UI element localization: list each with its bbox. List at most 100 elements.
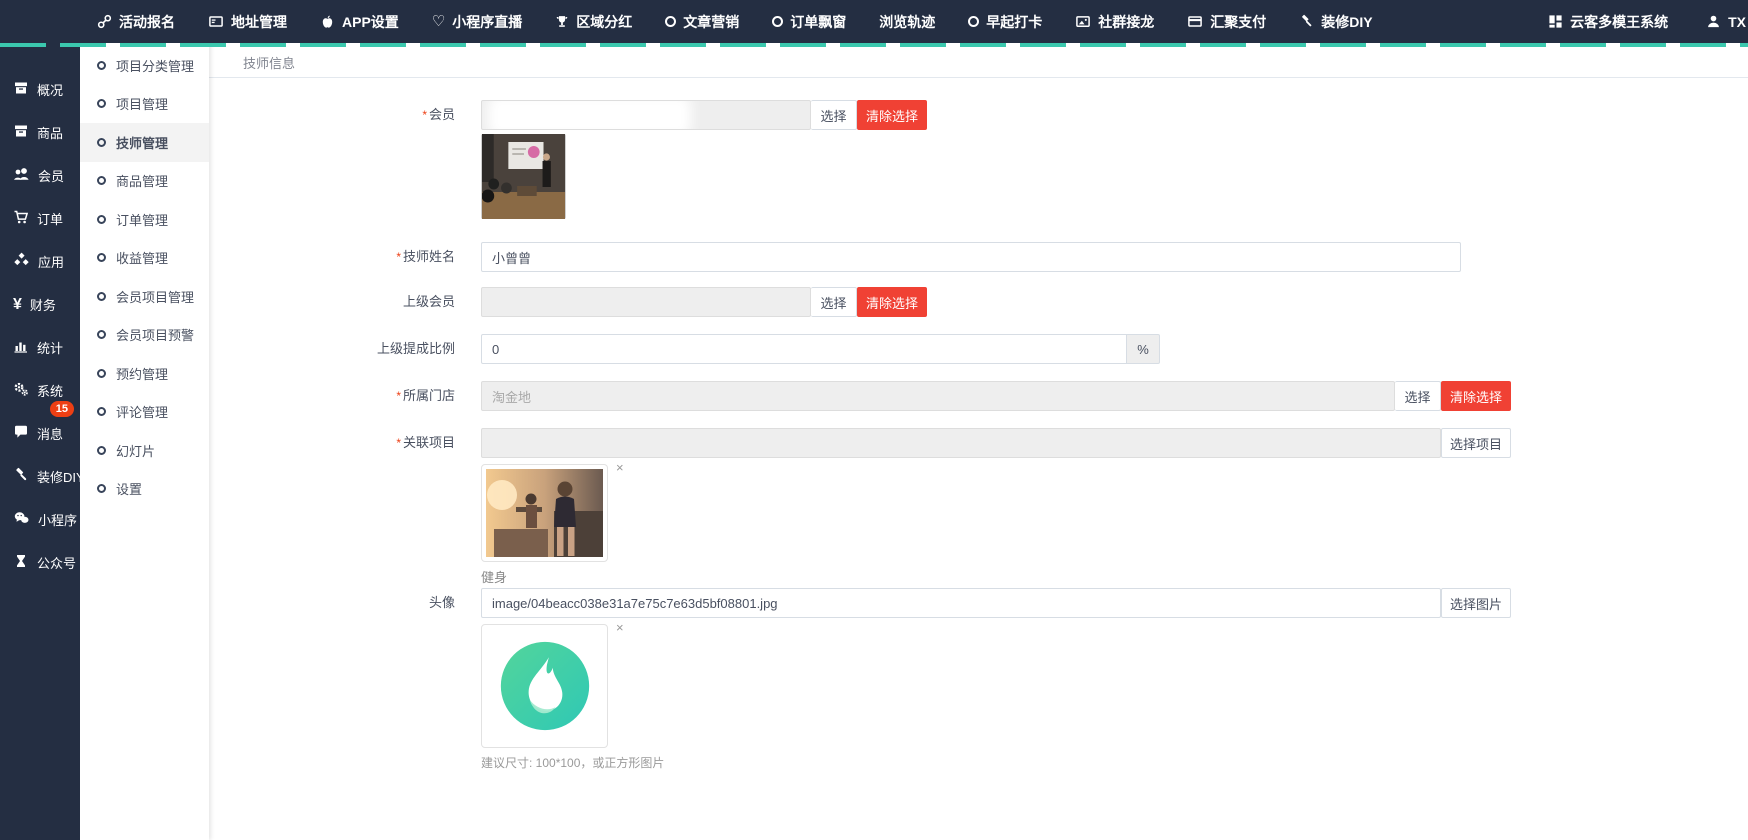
sidebar-item-messages[interactable]: 15 消息 [0, 412, 80, 455]
topnav-item-activity-signup[interactable]: 活动报名 [97, 12, 175, 32]
sidebar-item-label: 财务 [30, 295, 56, 314]
project-remove-icon[interactable]: × [616, 462, 624, 474]
topnav-item-order-popup[interactable]: 订单飘窗 [772, 12, 846, 32]
topnav-item-group-relay[interactable]: 社群接龙 [1075, 12, 1154, 32]
username: TX [1728, 14, 1746, 30]
submenu-item-technician-manage[interactable]: 技师管理 [80, 123, 209, 162]
parent-member-label: 上级会员 [209, 287, 455, 317]
store-select-button[interactable]: 选择 [1395, 381, 1441, 411]
parent-clear-button[interactable]: 清除选择 [857, 287, 927, 317]
image-icon [1075, 14, 1091, 29]
topnav-item-browse-track[interactable]: 浏览轨迹 [879, 12, 935, 32]
gavel-icon [13, 467, 29, 486]
sidebar-item-label: 系统 [37, 381, 63, 400]
submenu-item-income-manage[interactable]: 收益管理 [80, 239, 209, 278]
circle-o-icon [97, 138, 106, 147]
submenu-item-goods-manage[interactable]: 商品管理 [80, 162, 209, 201]
project-field [481, 428, 1441, 458]
cubes-icon [13, 252, 30, 271]
submenu-item-member-project-manage[interactable]: 会员项目管理 [80, 277, 209, 316]
top-navbar: 活动报名 地址管理 APP设置 ♡ 小程序直播 区域分红 文章营销 订单飘窗 浏… [0, 0, 1748, 43]
avatar-select-image-button[interactable]: 选择图片 [1441, 588, 1511, 618]
card-icon [1187, 14, 1203, 29]
main-content: 技师信息 *会员 选择 清除选择 [209, 43, 1748, 840]
store-label: *所属门店 [209, 381, 455, 411]
project-caption: 健身 [481, 567, 507, 586]
sidebar-item-label: 消息 [37, 424, 63, 443]
circle-icon [665, 16, 676, 27]
topnav-item-miniprogram-live[interactable]: ♡ 小程序直播 [432, 12, 522, 32]
circle-o-icon [97, 176, 106, 185]
sidebar-item-official-account[interactable]: 公众号 [0, 541, 80, 584]
submenu-item-slideshow[interactable]: 幻灯片 [80, 431, 209, 470]
member-label: *会员 [209, 100, 455, 130]
sidebar-item-mini-program[interactable]: 小程序 [0, 498, 80, 541]
member-clear-button[interactable]: 清除选择 [857, 100, 927, 130]
cart-icon [13, 209, 29, 228]
gavel-icon [1299, 14, 1314, 29]
project-thumbnail [481, 464, 608, 562]
secondary-sidebar: 项目分类管理 项目管理 技师管理 商品管理 订单管理 收益管理 会员项目管理 会… [80, 43, 209, 840]
comment-icon [13, 424, 29, 443]
submenu-item-member-project-warning[interactable]: 会员项目预警 [80, 316, 209, 355]
topnav-item-app-settings[interactable]: APP设置 [320, 12, 399, 32]
sidebar-item-label: 订单 [37, 209, 63, 228]
sidebar-item-finance[interactable]: ¥ 财务 [0, 283, 80, 326]
avatar-path-input[interactable] [481, 588, 1441, 618]
circle-o-icon [97, 292, 106, 301]
circle-icon [772, 16, 783, 27]
topnav-item-decorate-diy[interactable]: 装修DIY [1299, 12, 1372, 32]
tab-technician-info[interactable]: 技师信息 [209, 43, 295, 72]
member-photo-thumbnail [481, 134, 566, 219]
submenu-item-project-category[interactable]: 项目分类管理 [80, 46, 209, 85]
parent-member-field [481, 287, 811, 317]
sidebar-item-statistics[interactable]: 统计 [0, 326, 80, 369]
topnav-item-address-manage[interactable]: 地址管理 [208, 12, 287, 32]
sidebar-item-label: 公众号 [37, 553, 76, 572]
parent-select-button[interactable]: 选择 [811, 287, 857, 317]
sidebar-item-orders[interactable]: 订单 [0, 197, 80, 240]
topnav-item-article-marketing[interactable]: 文章营销 [665, 12, 739, 32]
topnav-item-huiju-pay[interactable]: 汇聚支付 [1187, 12, 1266, 32]
member-select-button[interactable]: 选择 [811, 100, 857, 130]
tech-name-label: *技师姓名 [209, 242, 455, 272]
user-menu[interactable]: TX [1706, 14, 1746, 30]
users-icon [13, 166, 30, 185]
submenu-item-booking-manage[interactable]: 预约管理 [80, 354, 209, 393]
submenu-item-project-manage[interactable]: 项目管理 [80, 85, 209, 124]
circle-o-icon [97, 61, 106, 70]
gears-icon [13, 381, 29, 400]
sidebar-item-label: 会员 [38, 166, 64, 185]
sidebar-item-label: 统计 [37, 338, 63, 357]
submenu-item-settings[interactable]: 设置 [80, 470, 209, 509]
tech-name-input[interactable] [481, 242, 1461, 272]
submenu-item-order-manage[interactable]: 订单管理 [80, 200, 209, 239]
apple-icon [320, 14, 335, 30]
circle-o-icon [97, 215, 106, 224]
message-count-badge: 15 [50, 401, 74, 417]
address-card-icon [208, 14, 224, 29]
technician-form: *会员 选择 清除选择 [209, 78, 1748, 771]
circle-o-icon [97, 484, 106, 493]
sidebar-item-goods[interactable]: 商品 [0, 111, 80, 154]
bar-chart-icon [13, 338, 29, 357]
store-clear-button[interactable]: 清除选择 [1441, 381, 1511, 411]
official-account-icon [13, 553, 29, 572]
heart-icon: ♡ [432, 14, 445, 29]
topnav-item-region-dividend[interactable]: 区域分红 [555, 12, 632, 32]
parent-ratio-input[interactable] [481, 334, 1127, 364]
project-select-button[interactable]: 选择项目 [1441, 428, 1511, 458]
avatar-remove-icon[interactable]: × [616, 622, 624, 634]
circle-o-icon [97, 330, 106, 339]
topnav-item-early-checkin[interactable]: 早起打卡 [968, 12, 1042, 32]
submenu-item-comment-manage[interactable]: 评论管理 [80, 393, 209, 432]
circle-o-icon [97, 446, 106, 455]
sidebar-item-label: 装修DIY [37, 467, 85, 486]
sidebar-item-apps[interactable]: 应用 [0, 240, 80, 283]
brand-menu[interactable]: 云客多模王系统 [1548, 12, 1668, 32]
store-field [481, 381, 1395, 411]
sidebar-item-overview[interactable]: 概况 [0, 68, 80, 111]
sidebar-item-members[interactable]: 会员 [0, 154, 80, 197]
sidebar-item-decorate-diy[interactable]: 装修DIY [0, 455, 80, 498]
user-icon [1706, 14, 1721, 29]
